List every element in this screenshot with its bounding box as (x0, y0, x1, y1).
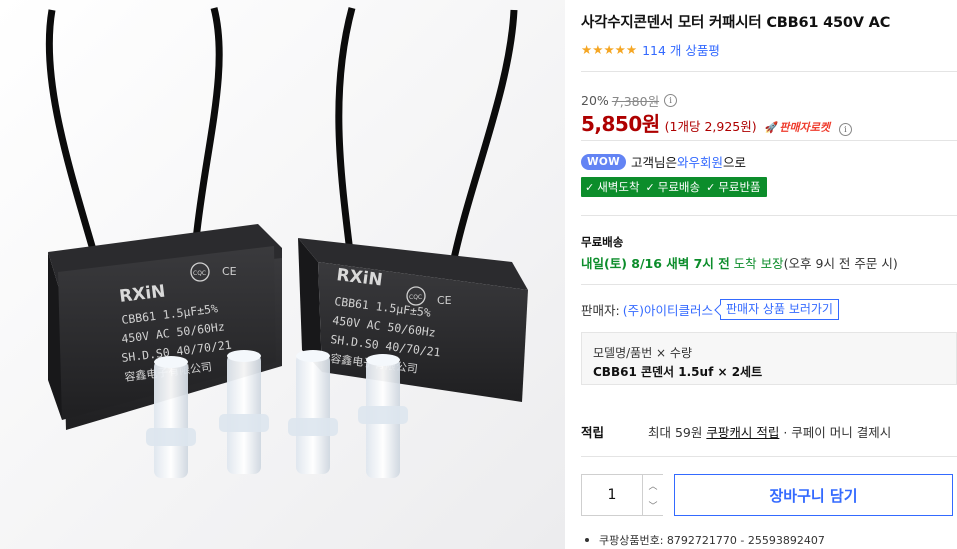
selected-option-box[interactable]: 모델명/품번 × 수량 CBB61 콘덴서 1.5uf × 2세트 (581, 332, 957, 385)
bullet-icon (585, 538, 589, 542)
chevron-down-icon: ﹀ (648, 501, 658, 512)
benefit-free-return: ✓ 무료반품 (706, 180, 761, 194)
product-image[interactable]: RXiN CQC CE CBB61 1.5μF±5% 450V AC 50/60… (0, 0, 565, 549)
review-count-link[interactable]: 114 개 상품평 (642, 40, 720, 59)
discount-rate: 20% (581, 93, 609, 108)
quantity-stepper[interactable]: 1 ︿ ﹀ (581, 474, 663, 516)
divider (581, 215, 957, 216)
wow-member-link[interactable]: 와우회원 (677, 152, 723, 171)
svg-text:CQC: CQC (409, 294, 422, 301)
star-icon: ★ (581, 41, 593, 57)
divider (581, 140, 957, 141)
product-info-panel: 사각수지콘덴서 모터 커패시터 CBB61 450V AC ★ ★ ★ ★ ★ … (581, 0, 957, 549)
delivery-date: 내일(토) 8/16 새벽 7시 전 (581, 256, 730, 271)
cash-text: 최대 59원 쿠팡캐시 적립 · 쿠페이 머니 결제시 (648, 425, 892, 440)
svg-text:CE: CE (222, 265, 237, 278)
wow-benefits-bar: ✓ 새벽도착 ✓ 무료배송 ✓ 무료반품 (581, 177, 767, 197)
option-value: CBB61 콘덴서 1.5uf × 2세트 (593, 365, 763, 379)
divider (581, 456, 957, 457)
coupang-cash-link[interactable]: 쿠팡캐시 적립 (706, 425, 779, 440)
info-icon[interactable]: i (838, 123, 852, 136)
benefit-free-shipping: ✓ 무료배송 (645, 180, 701, 194)
divider (581, 71, 957, 72)
cash-label: 적립 (581, 425, 605, 440)
chevron-up-icon: ︿ (648, 481, 658, 492)
seller-rocket-badge: 🚀판매자로켓 (764, 121, 830, 134)
delivery-guarantee: 도착 보장 (729, 256, 784, 271)
star-icon: ★ (625, 41, 638, 57)
option-label: 모델명/품번 × 수량 (593, 346, 693, 360)
divider (581, 284, 957, 285)
product-title: 사각수지콘덴서 모터 커패시터 CBB61 450V AC (581, 15, 891, 31)
rating-row[interactable]: ★ ★ ★ ★ ★ 114 개 상품평 (581, 40, 720, 59)
seller-name-link[interactable]: (주)아이티클러스 (623, 300, 713, 319)
check-icon: ✓ (645, 180, 655, 194)
star-icon: ★ (603, 41, 615, 57)
info-icon[interactable]: i (664, 94, 678, 107)
check-icon: ✓ (706, 180, 716, 194)
sale-price: 5,850원 (581, 112, 660, 136)
quantity-decrease-button[interactable]: ﹀ (642, 495, 663, 515)
product-number: 쿠팡상품번호: 8792721770 - 25593892407 (581, 532, 825, 548)
quantity-input[interactable]: 1 (582, 475, 642, 515)
star-icon: ★ (614, 41, 626, 57)
seller-label: 판매자: (581, 303, 620, 318)
star-rating: ★ ★ ★ ★ ★ (581, 41, 638, 57)
seller-row: 판매자: (주)아이티클러스 판매자 상품 보러가기 (581, 299, 839, 320)
shipping-label: 무료배송 (581, 235, 624, 249)
delivery-note: (오후 9시 전 주문 시) (783, 256, 898, 271)
svg-text:CQC: CQC (193, 270, 206, 277)
quantity-increase-button[interactable]: ︿ (642, 475, 663, 496)
wow-text-prefix: 고객님은 (631, 155, 678, 170)
delivery-estimate: 내일(토) 8/16 새벽 7시 전 도착 보장(오후 9시 전 주문 시) (581, 253, 898, 272)
wow-badge: WOW (581, 153, 626, 170)
wow-member-row: WOW 고객님은 와우회원 으로 (581, 152, 746, 171)
add-to-cart-button[interactable]: 장바구니 담기 (674, 474, 953, 516)
wow-text-suffix: 으로 (723, 155, 747, 170)
svg-text:CE: CE (437, 294, 452, 307)
star-icon: ★ (592, 41, 604, 57)
rocket-icon: 🚀 (764, 121, 779, 134)
unit-price: (1개당 2,925원) (664, 119, 757, 134)
price-row: 5,850원 (1개당 2,925원) 🚀판매자로켓 i (581, 108, 852, 137)
check-icon: ✓ (585, 180, 595, 194)
seller-products-button[interactable]: 판매자 상품 보러가기 (719, 299, 839, 320)
benefit-dawn-delivery: ✓ 새벽도착 (585, 180, 640, 194)
